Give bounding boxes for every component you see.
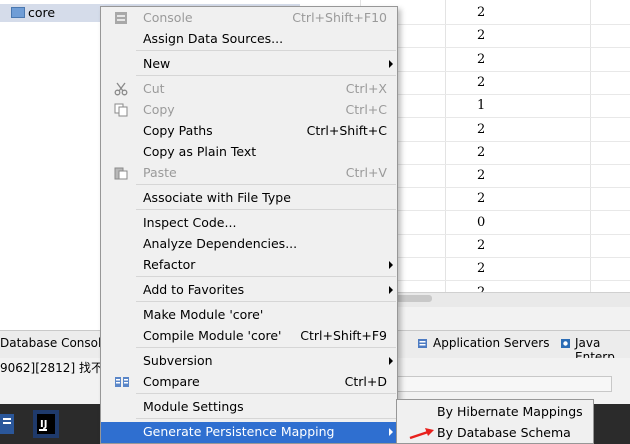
menu-item-new[interactable]: New — [101, 54, 397, 75]
menu-separator — [136, 393, 396, 394]
table-cell[interactable]: 2 — [477, 75, 497, 90]
menu-item-label: Module Settings — [143, 399, 244, 414]
server-icon — [418, 339, 427, 348]
word-app-icon[interactable] — [0, 408, 30, 440]
table-cell[interactable]: 2 — [477, 145, 497, 160]
table-cell[interactable]: 2 — [477, 168, 497, 183]
menu-item-compile-module-core[interactable]: Compile Module 'core' Ctrl+Shift+F9 — [101, 326, 397, 347]
table-cell[interactable]: 2 — [477, 28, 497, 43]
java-enterprise-icon — [561, 339, 570, 348]
menu-separator — [136, 418, 396, 419]
table-cell[interactable]: 2 — [477, 191, 497, 206]
menu-item-copy[interactable]: Copy Ctrl+C — [101, 100, 397, 121]
table-cell[interactable]: 2 — [477, 261, 497, 276]
menu-item-associate-with-file-type[interactable]: Associate with File Type — [101, 188, 397, 209]
menu-separator — [136, 276, 396, 277]
submenu-arrow-icon — [389, 286, 393, 294]
menu-item-label: Paste — [143, 165, 177, 180]
menu-item-assign-data-sources[interactable]: Assign Data Sources... — [101, 29, 397, 50]
tab-database-console[interactable]: Database Console — [0, 336, 109, 350]
paste-icon — [114, 166, 128, 183]
menu-item-label: Copy Paths — [143, 123, 213, 138]
menu-item-analyze-dependencies[interactable]: Analyze Dependencies... — [101, 234, 397, 255]
menu-item-paste[interactable]: Paste Ctrl+V — [101, 163, 397, 184]
table-cell[interactable]: 0 — [477, 215, 497, 230]
menu-separator — [136, 50, 396, 51]
menu-item-shortcut: Ctrl+Shift+F10 — [292, 10, 387, 25]
console-icon — [114, 11, 128, 28]
pointer-arrow-icon — [409, 428, 434, 440]
menu-item-shortcut: Ctrl+D — [344, 374, 387, 389]
menu-item-label: Compile Module 'core' — [143, 328, 282, 343]
table-column-divider — [590, 0, 591, 292]
menu-item-generate-persistence-mapping[interactable]: Generate Persistence Mapping — [101, 422, 397, 443]
table-cell[interactable]: 2 — [477, 52, 497, 67]
menu-item-shortcut: Ctrl+Shift+C — [306, 123, 387, 138]
menu-item-label: Make Module 'core' — [143, 307, 264, 322]
menu-item-by-database-schema[interactable]: By Database Schema — [437, 425, 571, 440]
menu-separator — [136, 347, 396, 348]
module-folder-icon — [11, 7, 25, 18]
menu-item-label: Associate with File Type — [143, 190, 291, 205]
menu-item-label: Compare — [143, 374, 200, 389]
menu-item-label: Add to Favorites — [143, 282, 245, 297]
status-message: 9062][2812] 找不到 — [0, 361, 115, 375]
menu-item-copy-as-plain-text[interactable]: Copy as Plain Text — [101, 142, 397, 163]
menu-item-refactor[interactable]: Refactor — [101, 255, 397, 276]
intellij-app-icon[interactable]: IJ — [30, 408, 60, 440]
menu-item-subversion[interactable]: Subversion — [101, 351, 397, 372]
compare-icon — [114, 375, 130, 392]
menu-item-by-hibernate-mappings[interactable]: By Hibernate Mappings — [437, 404, 583, 419]
table-cell[interactable]: 2 — [477, 238, 497, 253]
svg-text:IJ: IJ — [40, 419, 47, 430]
menu-item-console[interactable]: Console Ctrl+Shift+F10 — [101, 8, 397, 29]
menu-item-label: Copy as Plain Text — [143, 144, 257, 159]
scissors-icon — [114, 82, 128, 99]
menu-item-label: Generate Persistence Mapping — [143, 424, 335, 439]
menu-item-shortcut: Ctrl+Shift+F9 — [300, 328, 387, 343]
tree-node-label: core — [28, 5, 56, 20]
submenu-arrow-icon — [389, 60, 393, 68]
menu-item-label: Cut — [143, 81, 165, 96]
table-cell[interactable]: 1 — [477, 98, 497, 113]
menu-item-label: Analyze Dependencies... — [143, 236, 298, 251]
menu-item-inspect-code[interactable]: Inspect Code... — [101, 213, 397, 234]
table-column-divider — [445, 0, 446, 292]
menu-item-label: New — [143, 56, 171, 71]
menu-item-module-settings[interactable]: Module Settings — [101, 397, 397, 418]
status-progress-box — [390, 376, 612, 392]
tab-application-servers[interactable]: Application Servers — [433, 336, 549, 350]
submenu-arrow-icon — [389, 428, 393, 436]
menu-item-label: Assign Data Sources... — [143, 31, 284, 46]
menu-item-copy-paths[interactable]: Copy Paths Ctrl+Shift+C — [101, 121, 397, 142]
menu-item-shortcut: Ctrl+C — [345, 102, 387, 117]
menu-item-label: Refactor — [143, 257, 196, 272]
menu-item-make-module-core[interactable]: Make Module 'core' — [101, 305, 397, 326]
submenu-arrow-icon — [389, 357, 393, 365]
table-cell[interactable]: 2 — [477, 122, 497, 137]
menu-item-label: Console — [143, 10, 193, 25]
menu-item-cut[interactable]: Cut Ctrl+X — [101, 79, 397, 100]
menu-separator — [136, 301, 396, 302]
menu-item-add-to-favorites[interactable]: Add to Favorites — [101, 280, 397, 301]
menu-item-label: Inspect Code... — [143, 215, 237, 230]
menu-item-shortcut: Ctrl+X — [345, 81, 387, 96]
menu-item-shortcut: Ctrl+V — [345, 165, 387, 180]
table-cell[interactable]: 2 — [477, 5, 497, 20]
copy-icon — [114, 103, 128, 120]
menu-item-compare[interactable]: Compare Ctrl+D — [101, 372, 397, 393]
menu-separator — [136, 209, 396, 210]
submenu-arrow-icon — [389, 261, 393, 269]
menu-separator — [136, 75, 396, 76]
menu-item-label: Subversion — [143, 353, 213, 368]
menu-separator — [136, 184, 396, 185]
menu-item-label: Copy — [143, 102, 175, 117]
